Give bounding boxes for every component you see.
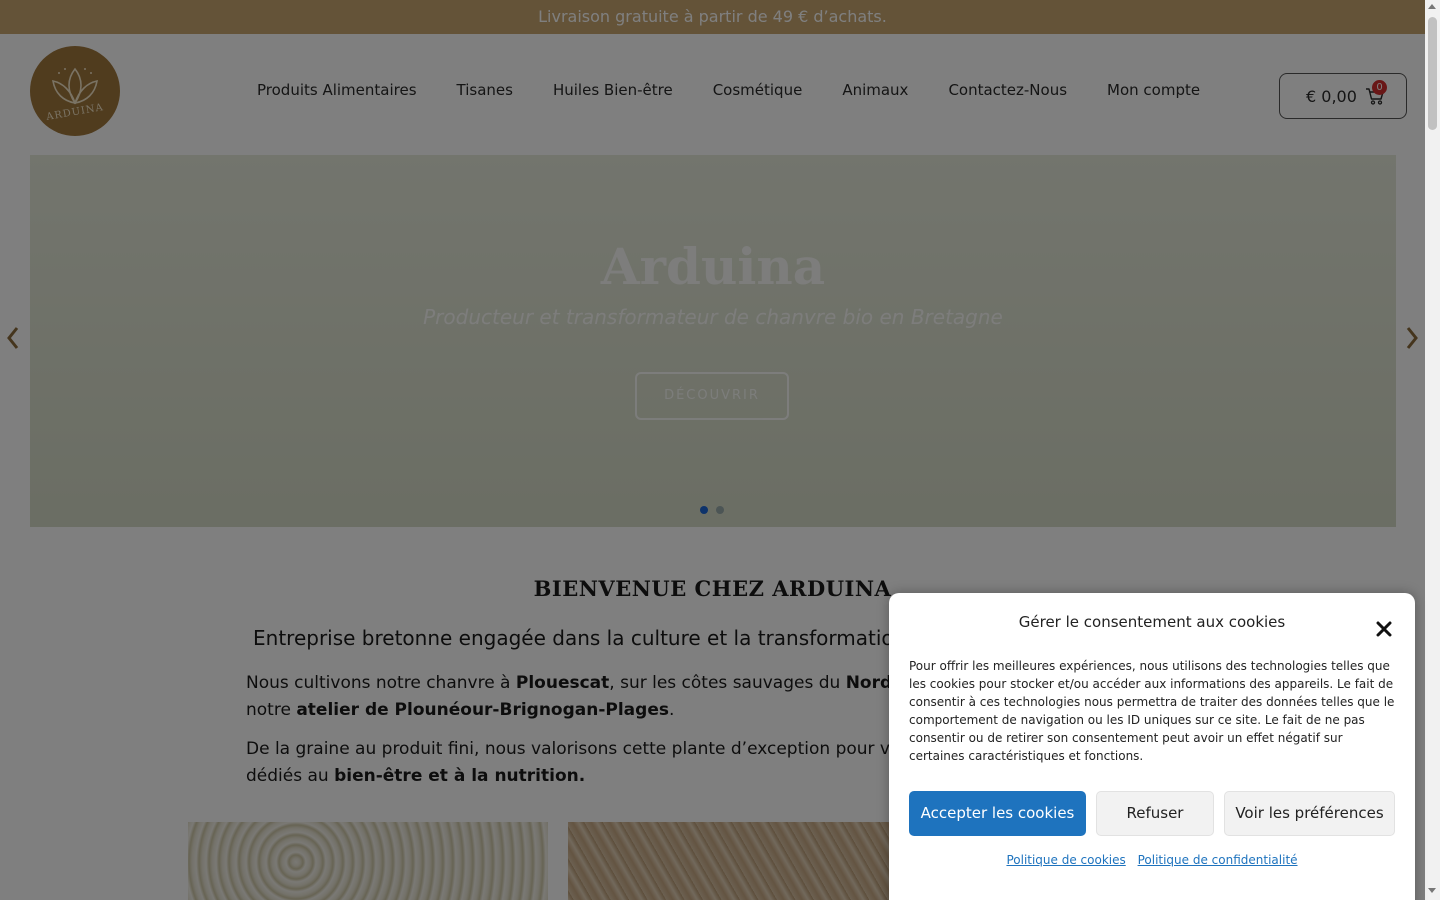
cookie-policy-links: Politique de cookies Politique de confid…: [889, 853, 1415, 867]
cookie-consent-dialog: Gérer le consentement aux cookies Pour o…: [889, 593, 1415, 900]
cookie-policy-link[interactable]: Politique de cookies: [1006, 853, 1125, 867]
close-icon[interactable]: [1375, 620, 1393, 638]
scroll-down-arrow-icon[interactable]: [1428, 888, 1436, 893]
scroll-up-arrow-icon[interactable]: [1428, 4, 1436, 9]
privacy-policy-link[interactable]: Politique de confidentialité: [1138, 853, 1298, 867]
scrollbar-thumb[interactable]: [1428, 17, 1437, 130]
view-preferences-button[interactable]: Voir les préférences: [1224, 791, 1395, 836]
accept-cookies-button[interactable]: Accepter les cookies: [909, 791, 1086, 836]
refuse-cookies-button[interactable]: Refuser: [1096, 791, 1214, 836]
cookie-dialog-title: Gérer le consentement aux cookies: [1018, 613, 1286, 631]
page-scrollbar[interactable]: [1425, 0, 1440, 900]
cookie-dialog-text: Pour offrir les meilleures expériences, …: [909, 659, 1395, 763]
